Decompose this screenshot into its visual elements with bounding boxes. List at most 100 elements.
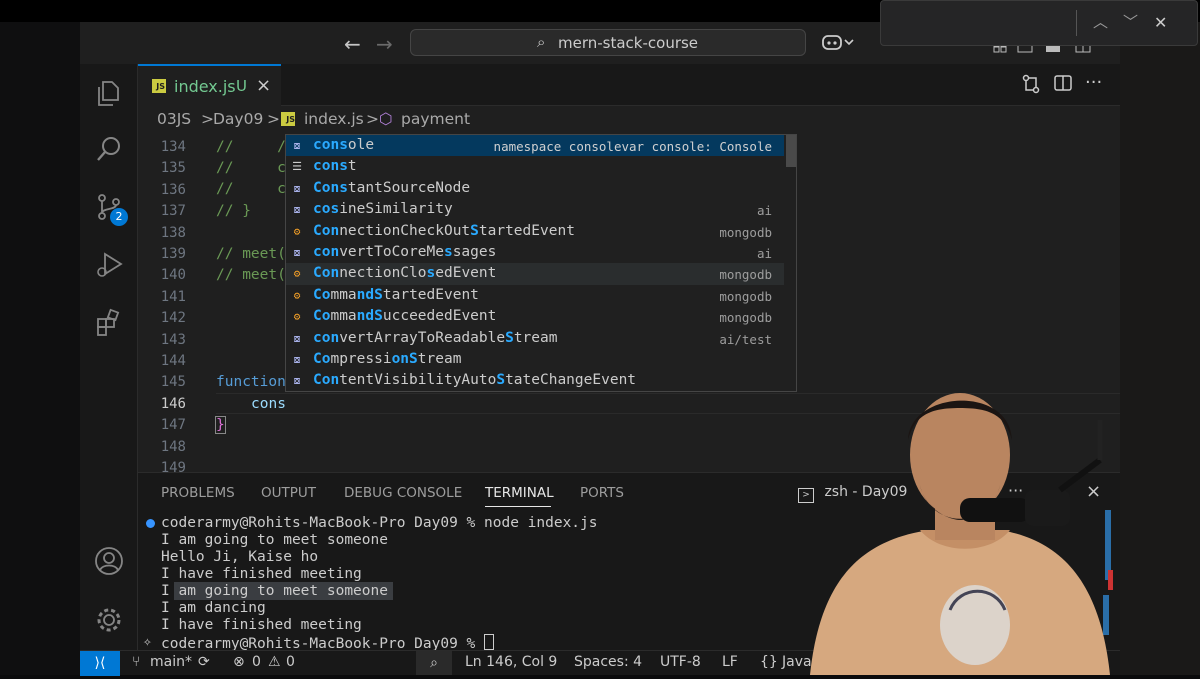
source-control-badge: 2 <box>110 208 128 226</box>
code-line-134: // / <box>216 139 286 155</box>
scrollbar[interactable] <box>786 135 796 167</box>
line-number: 138 <box>160 224 186 241</box>
suggestion-item[interactable]: ⧇ console namespace consolevar console: Co… <box>286 135 784 157</box>
more-actions-icon[interactable]: ··· <box>1085 72 1102 93</box>
accounts-icon[interactable] <box>94 546 124 576</box>
line-number: 139 <box>160 246 186 262</box>
line-number: 148 <box>160 438 186 455</box>
symbol-keyword-icon: ☰ <box>292 160 302 174</box>
suggestion-label: ConstantSourceNode <box>313 179 471 196</box>
tab-index-js[interactable]: JS index.js U × <box>138 64 281 106</box>
breadcrumb-separator: > <box>267 110 280 128</box>
arrow-left-icon[interactable]: ← <box>344 32 361 56</box>
suggestion-item[interactable]: ⚙ ConnectionCheckOutStartedEvent mongodb <box>286 221 784 242</box>
manage-gear-icon[interactable] <box>94 605 124 635</box>
tab-ports[interactable]: PORTS <box>580 485 624 501</box>
symbol-class-icon: ⚙ <box>293 310 301 324</box>
tab-problems[interactable]: PROBLEMS <box>161 485 235 501</box>
code-line-145: function <box>216 374 286 390</box>
remote-indicator-icon[interactable]: ⟩⟨ <box>80 651 120 676</box>
terminal-prompt: coderarmy@Rohits-MacBook-Pro Day09 % <box>161 636 485 650</box>
suggestion-item[interactable]: ⧇ convertToCoreMessages ai <box>286 242 784 263</box>
suggestion-item[interactable]: ⚙ ConnectionClosedEvent mongodb <box>286 263 784 285</box>
explorer-icon[interactable] <box>94 78 124 108</box>
line-ending[interactable]: LF <box>722 654 738 670</box>
arrow-right-icon[interactable]: → <box>376 32 393 56</box>
tab-filename: index.js <box>174 77 236 96</box>
copilot-icon[interactable] <box>822 33 854 55</box>
code-line-140: // meet( <box>216 267 286 283</box>
suggestion-item[interactable]: ⧇ cosineSimilarity ai <box>286 199 784 220</box>
symbol-method-icon: ⬡ <box>379 110 393 128</box>
tab-output[interactable]: OUTPUT <box>261 485 316 501</box>
chevron-down-icon[interactable]: ﹀ <box>1123 11 1138 32</box>
search-icon: ⌕ <box>537 33 546 51</box>
tab-terminal[interactable]: TERMINAL <box>485 485 554 501</box>
symbol-class-icon: ⚙ <box>293 288 301 302</box>
line-number: 134 <box>160 139 186 155</box>
warning-count[interactable]: 0 <box>286 654 295 670</box>
suggestion-label: convertArrayToReadableStream <box>313 329 558 346</box>
terminal-cursor <box>484 634 495 650</box>
compare-changes-icon[interactable] <box>1021 74 1041 99</box>
tab-status: U <box>236 77 247 95</box>
suggestion-item[interactable]: ⚙ CommandStartedEvent mongodb <box>286 285 784 306</box>
suggestion-item[interactable]: ☰ const <box>286 156 784 177</box>
suggestion-item[interactable]: ⧇ CompressionStream <box>286 349 784 370</box>
suggestion-item[interactable]: ⧇ convertArrayToReadableStream ai/test <box>286 328 784 349</box>
breadcrumb-item-day09[interactable]: Day09 <box>213 110 263 128</box>
line-number: 137 <box>160 203 186 220</box>
code-line-139: // meet( <box>216 246 286 262</box>
command-center-search[interactable]: ⌕ mern-stack-course <box>410 29 806 56</box>
zoom-icon[interactable]: ⌕ <box>416 651 452 675</box>
suggestion-label: CompressionStream <box>313 351 462 367</box>
suggestion-label: cosineSimilarity <box>313 201 453 218</box>
left-background <box>0 22 80 675</box>
run-debug-icon[interactable] <box>94 250 124 280</box>
js-file-icon: JS <box>281 112 295 126</box>
search-text: mern-stack-course <box>558 34 699 52</box>
autocomplete-suggest-widget[interactable]: ⧇ console namespace consolevar console: Co… <box>285 134 797 392</box>
indentation[interactable]: Spaces: 4 <box>574 654 642 670</box>
tab-bar <box>138 64 1120 106</box>
suggestion-label: convertToCoreMessages <box>313 244 497 260</box>
terminal-prompt-line[interactable]: coderarmy@Rohits-MacBook-Pro Day09 % <box>161 634 495 650</box>
split-editor-icon[interactable] <box>1054 74 1072 97</box>
suggestion-detail: ai <box>756 246 772 261</box>
terminal-line: coderarmy@Rohits-MacBook-Pro Day09 % nod… <box>161 515 598 531</box>
tab-debug-console[interactable]: DEBUG CONSOLE <box>344 485 462 501</box>
webcam-overlay <box>800 380 1120 675</box>
extensions-icon[interactable] <box>94 308 124 338</box>
terminal-line: I am dancing <box>161 600 266 616</box>
line-number: 141 <box>160 288 186 305</box>
close-icon[interactable]: ✕ <box>1154 13 1167 32</box>
code-line-135: // c <box>216 160 286 176</box>
branch-name[interactable]: main* <box>150 654 192 670</box>
branch-icon: ⑂ <box>132 654 141 670</box>
suggestion-item[interactable]: ⧇ ContentVisibilityAutoStateChangeEvent <box>286 370 784 391</box>
braces-icon: {} <box>760 654 778 670</box>
close-icon[interactable]: × <box>256 75 271 96</box>
symbol-variable-icon: ⧇ <box>293 139 301 152</box>
line-number: 143 <box>160 331 186 348</box>
breadcrumb-separator: > <box>366 110 379 128</box>
line-number: 145 <box>160 374 186 391</box>
breadcrumb-item-03js[interactable]: 03JS <box>157 110 191 128</box>
suggestion-label: ConnectionCheckOutStartedEvent <box>313 222 575 239</box>
encoding[interactable]: UTF-8 <box>660 654 701 670</box>
js-file-icon: JS <box>152 79 166 93</box>
symbol-variable-icon: ⧇ <box>293 246 301 259</box>
suggestion-item[interactable]: ⧇ ConstantSourceNode <box>286 178 784 199</box>
terminal-line: Hello Ji, Kaise ho <box>161 549 319 565</box>
search-icon[interactable] <box>94 134 124 164</box>
suggestion-item[interactable]: ⚙ CommandSucceededEvent mongodb <box>286 306 784 327</box>
divider <box>1076 10 1077 36</box>
sync-icon[interactable]: ⟳ <box>198 654 210 670</box>
cursor-position[interactable]: Ln 146, Col 9 <box>465 654 557 670</box>
line-number: 144 <box>160 353 186 369</box>
breadcrumb-item-indexjs[interactable]: index.js <box>304 110 364 128</box>
chevron-up-icon[interactable]: ︿ <box>1093 11 1108 32</box>
error-count[interactable]: 0 <box>252 654 261 670</box>
breadcrumb-item-payment[interactable]: payment <box>401 110 470 128</box>
line-number: 142 <box>160 310 186 327</box>
